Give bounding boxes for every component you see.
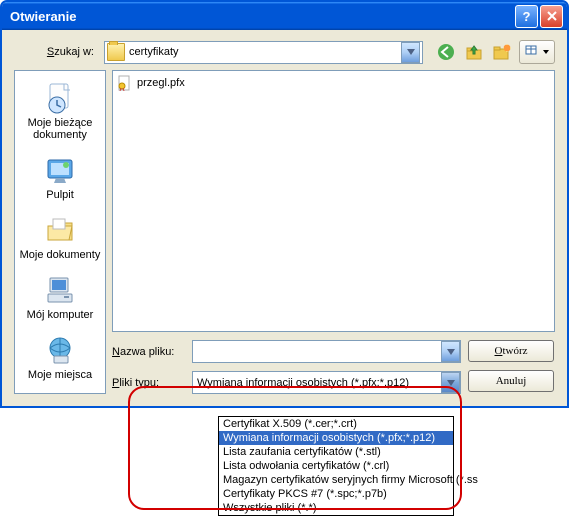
filetype-combo[interactable]: Wymiana informacji osobistych (*.pfx;*.p… — [192, 371, 461, 394]
file-list[interactable]: przegl.pfx — [112, 70, 555, 332]
titlebar[interactable]: Otwieranie ? — [2, 2, 567, 30]
filename-label: Nazwa pliku: — [112, 346, 192, 358]
window-title: Otwieranie — [10, 9, 513, 24]
new-folder-button[interactable] — [491, 41, 513, 63]
back-button[interactable] — [435, 41, 457, 63]
filetype-option[interactable]: Certyfikaty PKCS #7 (*.spc;*.p7b) — [219, 487, 453, 501]
places-bar: Moje bieżące dokumenty Pulpit Moje dokum… — [14, 70, 106, 394]
cert-file-icon — [117, 75, 133, 91]
recent-docs-icon — [43, 81, 77, 115]
chevron-down-icon[interactable] — [441, 372, 460, 393]
lookin-label: Szukaj w: — [14, 46, 98, 58]
mydocs-icon — [43, 213, 77, 247]
help-button[interactable]: ? — [515, 5, 538, 28]
place-mydocs[interactable]: Moje dokumenty — [18, 209, 102, 267]
place-desktop[interactable]: Pulpit — [18, 149, 102, 207]
cancel-button[interactable]: Anuluj — [468, 370, 554, 392]
place-recent[interactable]: Moje bieżące dokumenty — [18, 77, 102, 147]
chevron-down-icon[interactable] — [441, 341, 460, 362]
folder-icon — [107, 43, 125, 61]
filetype-option[interactable]: Wszystkie pliki (*.*) — [219, 501, 453, 515]
filetype-option[interactable]: Lista zaufania certyfikatów (*.stl) — [219, 445, 453, 459]
filetype-option[interactable]: Lista odwołania certyfikatów (*.crl) — [219, 459, 453, 473]
filetype-label: Pliki typu: — [112, 377, 192, 389]
network-icon — [43, 333, 77, 367]
place-network[interactable]: Moje miejsca — [18, 329, 102, 387]
desktop-icon — [43, 153, 77, 187]
file-name: przegl.pfx — [137, 77, 185, 89]
open-dialog-window: Otwieranie ? Szukaj w: certyfikaty — [0, 0, 569, 408]
file-item[interactable]: przegl.pfx — [117, 75, 550, 91]
lookin-combo[interactable]: certyfikaty — [104, 41, 423, 64]
filetype-option[interactable]: Magazyn certyfikatów seryjnych firmy Mic… — [219, 473, 453, 487]
filename-input[interactable] — [192, 340, 461, 363]
chevron-down-icon[interactable] — [401, 42, 420, 63]
views-button[interactable] — [519, 40, 555, 64]
up-one-level-button[interactable] — [463, 41, 485, 63]
open-button[interactable]: Otwórz — [468, 340, 554, 362]
filetype-option[interactable]: Wymiana informacji osobistych (*.pfx;*.p… — [219, 431, 453, 445]
close-button[interactable] — [540, 5, 563, 28]
filetype-dropdown[interactable]: Certyfikat X.509 (*.cer;*.crt)Wymiana in… — [218, 416, 454, 516]
lookin-value: certyfikaty — [129, 46, 401, 58]
computer-icon — [43, 273, 77, 307]
filetype-option[interactable]: Certyfikat X.509 (*.cer;*.crt) — [219, 417, 453, 431]
place-mycomputer[interactable]: Mój komputer — [18, 269, 102, 327]
